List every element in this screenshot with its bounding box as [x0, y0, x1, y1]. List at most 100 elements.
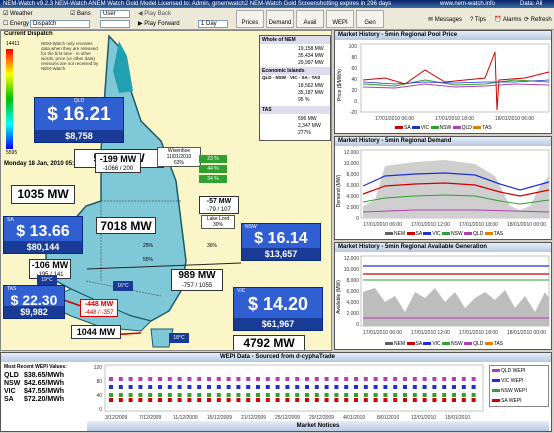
gen-button[interactable]: Gen [356, 10, 384, 28]
svg-text:18/01/2010 00:00: 18/01/2010 00:00 [507, 330, 546, 336]
flow-heywood[interactable]: -448 MW -448 / -357 [80, 299, 118, 317]
scale-max: 14411 [6, 41, 20, 47]
wepi-marker [305, 377, 309, 381]
user-select[interactable]: User [100, 10, 130, 18]
wepi-marker [324, 377, 329, 381]
day-select[interactable]: 1 Day [198, 20, 228, 28]
play-forward-button[interactable]: ▶ Play Forward [138, 20, 180, 28]
wepi-marker [256, 377, 260, 381]
tas-price-box[interactable]: TAS $ 22.30 $9,982 [3, 285, 65, 319]
toolbar: ☑ Weather ☑ Bans User ☐ Energy Dispatch … [0, 8, 554, 30]
wepi-recent-title: Most Recent WEPI Values: [4, 364, 67, 370]
svg-text:6,000: 6,000 [346, 183, 359, 189]
alarms-button[interactable]: ⏰ Alarms [494, 16, 521, 24]
wepi-marker [148, 398, 153, 402]
wepi-marker [256, 393, 260, 397]
svg-text:17/01/2010 06:00: 17/01/2010 06:00 [363, 330, 402, 336]
wepi-marker [471, 385, 476, 389]
svg-text:8,000: 8,000 [346, 172, 359, 178]
wepi-marker [207, 393, 211, 397]
regional-demand-chart[interactable]: Market History - 5min Regional Demand 12… [334, 136, 552, 240]
messages-button[interactable]: ✉ Messages [428, 16, 462, 24]
wepi-marker [432, 393, 437, 397]
flow-vic-nsw[interactable]: 989 MW -757 / 1055 [171, 269, 223, 291]
temp-badge-vic: 16°C [113, 281, 133, 291]
market-notices-bar[interactable]: Market Notices [87, 421, 549, 431]
svg-text:80: 80 [96, 379, 102, 385]
pool-price-title: Market History - 5min Regional Pool Pric… [335, 31, 551, 40]
avail-button[interactable]: Avail [296, 10, 324, 28]
lake-lord-label[interactable]: Lake Lord 30% [201, 215, 235, 229]
svg-text:0: 0 [356, 322, 359, 328]
tips-button[interactable]: ? Tips [470, 16, 486, 24]
wepi-marker [236, 385, 241, 389]
available-generation-chart[interactable]: Market History - 5min Regional Available… [334, 242, 552, 350]
wepi-marker [275, 393, 280, 397]
weather-toggle[interactable]: ☑ Weather [3, 10, 33, 18]
flow-terranora[interactable]: -57 MW -79 / 107 [199, 196, 239, 214]
wepi-marker [305, 385, 309, 389]
wepi-marker [432, 385, 437, 389]
wepi-marker [334, 377, 339, 381]
pct-44-badge: 44 % [199, 165, 227, 173]
play-back-button[interactable]: ◀ Play Back [138, 10, 171, 18]
svg-text:4,000: 4,000 [346, 194, 359, 200]
wepi-marker [109, 377, 113, 381]
svg-text:18/01/2010 06:00: 18/01/2010 06:00 [495, 116, 534, 122]
wepi-marker [236, 393, 241, 397]
wepi-marker [226, 377, 231, 381]
wepi-marker [422, 393, 427, 397]
window-title: NEM-Watch v9.2.3 NEM-Watch ANEM Watch Go… [3, 1, 392, 7]
svg-text:4,000: 4,000 [346, 300, 359, 306]
wepi-values-list: QLD $38.65/MWh NSW $42.65/MWh VIC $47.55/MW… [4, 372, 65, 403]
wepi-marker [373, 393, 378, 397]
svg-text:0: 0 [354, 99, 357, 105]
wepi-marker [354, 393, 358, 397]
wepi-marker [275, 377, 280, 381]
nsw-price-box[interactable]: NSW $ 16.14 $13,657 [241, 223, 321, 261]
wepi-marker [412, 398, 417, 402]
refresh-button[interactable]: ⟳ Refresh [524, 16, 552, 24]
qld-sub: $8,758 [35, 130, 123, 142]
pool-price-chart[interactable]: Market History - 5min Regional Pool Pric… [334, 30, 552, 134]
bans-toggle[interactable]: ☑ Bans [70, 10, 91, 18]
wepi-marker [207, 385, 211, 389]
wepi-marker [452, 393, 456, 397]
energy-toggle[interactable]: ☐ Energy [3, 20, 29, 28]
svg-text:10,000: 10,000 [344, 267, 360, 273]
tas-sub: $9,982 [4, 306, 64, 318]
wepi-marker [109, 393, 113, 397]
wivenhoe-label[interactable]: Wivenhoe 11/01/2010 63% [157, 147, 201, 167]
wepi-marker [354, 398, 358, 402]
empty-select[interactable] [100, 20, 130, 28]
svg-text:8,000: 8,000 [346, 278, 359, 284]
qld-price-box[interactable]: QLD $ 16.21 $8,758 [34, 97, 124, 143]
wepi-marker [285, 398, 290, 402]
wepi-marker [422, 377, 427, 381]
wepi-marker [314, 393, 319, 397]
wepi-marker [295, 385, 300, 389]
tas-demand: 1044 MW [71, 325, 121, 339]
wepi-panel: WEPI Data - Sourced from d-cyphaTrade Mo… [0, 352, 552, 432]
prices-button[interactable]: Prices [236, 10, 264, 28]
pct-23-badge: 23 % [199, 155, 227, 163]
wepi-marker [403, 377, 407, 381]
wepi-marker [314, 377, 319, 381]
svg-text:Available (MW): Available (MW) [336, 280, 342, 314]
wepi-marker [285, 377, 290, 381]
wepi-marker [324, 393, 329, 397]
wepi-button[interactable]: WEPI [326, 10, 354, 28]
svg-text:40: 40 [351, 77, 357, 83]
sa-price-box[interactable]: SA $ 13.66 $80,144 [3, 216, 83, 254]
wepi-marker [452, 377, 456, 381]
vic-price-box[interactable]: VIC $ 14.20 $61,967 [233, 287, 323, 331]
wepi-marker [256, 398, 260, 402]
vic-sub: $61,967 [234, 318, 322, 330]
site-url[interactable]: www.nem-watch.info [440, 0, 495, 8]
demand-button[interactable]: Demand [266, 10, 294, 28]
wepi-marker [128, 393, 133, 397]
flow-qni[interactable]: -199 MW -1066 / 200 [95, 153, 141, 173]
svg-text:17/01/2010 18:00: 17/01/2010 18:00 [435, 116, 474, 122]
wepi-marker [442, 393, 447, 397]
dispatch-select[interactable]: Dispatch [30, 20, 90, 28]
